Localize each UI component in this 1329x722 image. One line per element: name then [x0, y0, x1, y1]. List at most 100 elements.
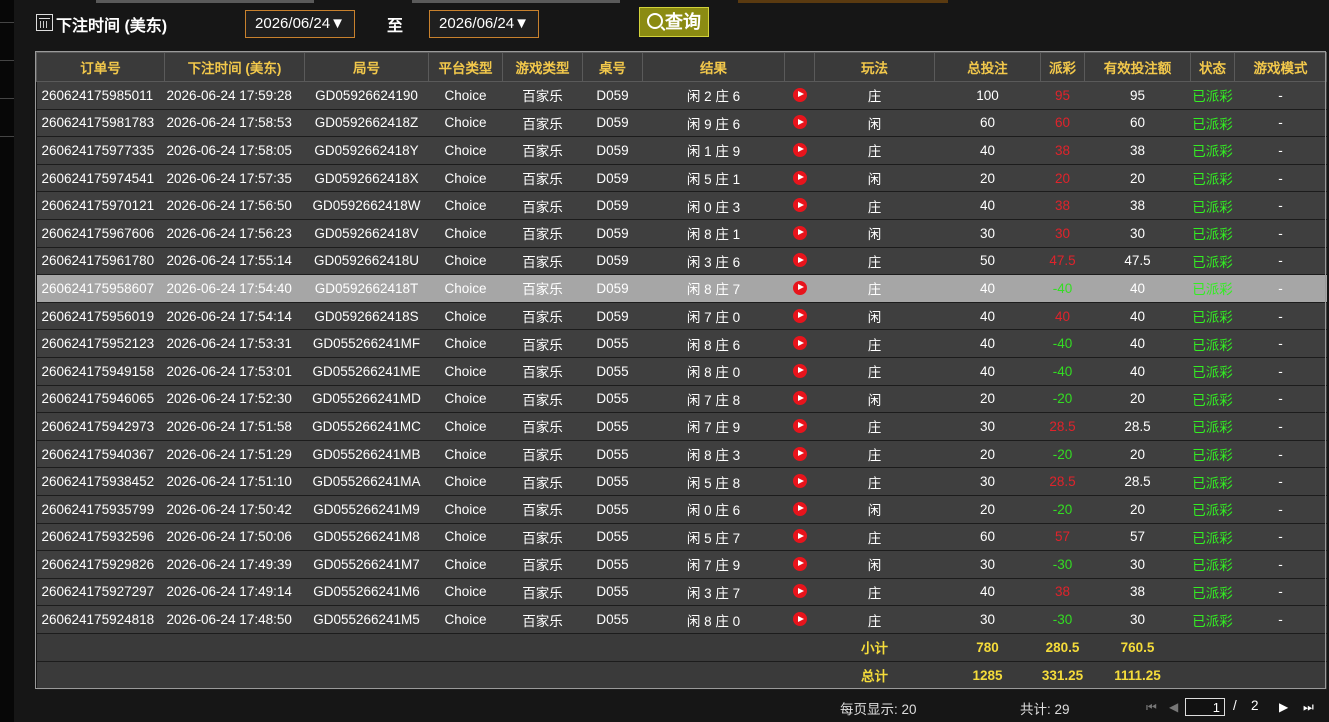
table-row[interactable]: 260624175981783 2026-06-24 17:58:53 GD0592… — [36, 109, 1327, 138]
table-row[interactable]: 260624175938452 2026-06-24 17:51:10 GD0552… — [36, 467, 1327, 496]
cell-platform-type: Choice — [428, 247, 503, 276]
play-icon[interactable] — [792, 336, 807, 351]
table-row[interactable]: 260624175970121 2026-06-24 17:56:50 GD0592… — [36, 191, 1327, 220]
cell-game-mode: - — [1234, 385, 1327, 414]
page-number-input[interactable] — [1185, 698, 1225, 716]
cell-table-number: D055 — [582, 440, 643, 469]
last-page-icon[interactable]: ⏭ — [1303, 700, 1314, 715]
table-row[interactable]: 260624175956019 2026-06-24 17:54:14 GD0592… — [36, 302, 1327, 331]
cell-total-bet: 20 — [934, 385, 1041, 414]
cell-round-id: GD055266241M8 — [304, 523, 429, 552]
cell-game-type: 百家乐 — [502, 302, 583, 331]
table-row[interactable]: 260624175942973 2026-06-24 17:51:58 GD0552… — [36, 412, 1327, 441]
date-to-select[interactable]: 2026/06/24▼ — [429, 10, 539, 38]
play-icon[interactable] — [792, 501, 807, 516]
cell-payout: 38 — [1040, 136, 1085, 165]
cell-game-type: 百家乐 — [502, 412, 583, 441]
cell-table-number: D055 — [582, 495, 643, 524]
cell-status: 已派彩 — [1190, 523, 1235, 552]
cell-game-type: 百家乐 — [502, 164, 583, 193]
table-row[interactable]: 260624175927297 2026-06-24 17:49:14 GD0552… — [36, 578, 1327, 607]
cell-game-mode: - — [1234, 274, 1327, 303]
play-icon[interactable] — [792, 612, 807, 627]
cell-table-number: D055 — [582, 605, 643, 634]
play-icon[interactable] — [792, 225, 807, 240]
cell-status: 已派彩 — [1190, 578, 1235, 607]
column-header: 玩法 — [814, 52, 935, 82]
table-row[interactable]: 260624175958607 2026-06-24 17:54:40 GD0592… — [36, 274, 1327, 303]
cell-play-type: 庄 — [814, 191, 935, 220]
cell-status: 已派彩 — [1190, 109, 1235, 138]
table-row[interactable]: 260624175974541 2026-06-24 17:57:35 GD0592… — [36, 164, 1327, 193]
search-icon — [647, 13, 663, 29]
cell-play-type: 庄 — [814, 329, 935, 358]
cell-table-number: D055 — [582, 357, 643, 386]
column-header: 平台类型 — [428, 52, 503, 82]
cell-total-bet: 30 — [934, 412, 1041, 441]
cell-round-id: GD055266241M7 — [304, 550, 429, 579]
table-row[interactable]: 260624175977335 2026-06-24 17:58:05 GD0592… — [36, 136, 1327, 165]
play-icon[interactable] — [792, 142, 807, 157]
play-icon[interactable] — [792, 418, 807, 433]
play-icon[interactable] — [792, 391, 807, 406]
date-from-select[interactable]: 2026/06/24▼ — [245, 10, 355, 38]
next-page-icon[interactable]: ▶ — [1279, 700, 1288, 714]
cell-replay — [784, 578, 815, 607]
cell-table-number: D055 — [582, 523, 643, 552]
cell-table-number: D059 — [582, 164, 643, 193]
table-row[interactable]: 260624175932596 2026-06-24 17:50:06 GD0552… — [36, 523, 1327, 552]
cell-result: 闲 0 庄 6 — [642, 495, 785, 524]
cell-valid-bet: 40 — [1084, 274, 1191, 303]
play-icon[interactable] — [792, 556, 807, 571]
table-row[interactable]: 260624175952123 2026-06-24 17:53:31 GD0552… — [36, 329, 1327, 358]
cell-play-type: 庄 — [814, 440, 935, 469]
first-page-icon[interactable]: ⏮ — [1146, 700, 1157, 715]
column-header — [784, 52, 815, 82]
play-icon[interactable] — [792, 363, 807, 378]
cell-play-type: 闲 — [814, 550, 935, 579]
play-icon[interactable] — [792, 280, 807, 295]
prev-page-icon[interactable]: ◀ — [1169, 700, 1178, 714]
cell-table-number: D059 — [582, 191, 643, 220]
cell-game-mode: - — [1234, 578, 1327, 607]
page-separator: / — [1233, 698, 1237, 713]
cell-result: 闲 8 庄 0 — [642, 605, 785, 634]
cell-status: 已派彩 — [1190, 495, 1235, 524]
table-row[interactable]: 260624175949158 2026-06-24 17:53:01 GD0552… — [36, 357, 1327, 386]
left-edge-segment — [0, 60, 14, 99]
cell-round-id: GD05926624190 — [304, 81, 429, 110]
table-row[interactable]: 260624175946065 2026-06-24 17:52:30 GD0552… — [36, 385, 1327, 414]
play-icon[interactable] — [792, 584, 807, 599]
cell-valid-bet: 20 — [1084, 385, 1191, 414]
cell-game-mode: - — [1234, 136, 1327, 165]
cell-result: 闲 7 庄 0 — [642, 302, 785, 331]
cell-round-id: GD0592662418S — [304, 302, 429, 331]
table-row[interactable]: 260624175929826 2026-06-24 17:49:39 GD0552… — [36, 550, 1327, 579]
play-icon[interactable] — [792, 115, 807, 130]
play-icon[interactable] — [792, 529, 807, 544]
play-icon[interactable] — [792, 474, 807, 489]
table-row[interactable]: 260624175940367 2026-06-24 17:51:29 GD0552… — [36, 440, 1327, 469]
cell-round-id: GD0592662418Y — [304, 136, 429, 165]
play-icon[interactable] — [792, 446, 807, 461]
column-header: 结果 — [642, 52, 785, 82]
table-row[interactable]: 260624175961780 2026-06-24 17:55:14 GD0592… — [36, 247, 1327, 276]
table-row[interactable]: 260624175935799 2026-06-24 17:50:42 GD0552… — [36, 495, 1327, 524]
play-icon[interactable] — [792, 253, 807, 268]
cell-game-type: 百家乐 — [502, 329, 583, 358]
cell-platform-type: Choice — [428, 274, 503, 303]
column-header: 状态 — [1190, 52, 1235, 82]
play-icon[interactable] — [792, 308, 807, 323]
table-row[interactable]: 260624175967606 2026-06-24 17:56:23 GD0592… — [36, 219, 1327, 248]
table-row[interactable]: 260624175924818 2026-06-24 17:48:50 GD0552… — [36, 605, 1327, 634]
table-row[interactable]: 260624175985011 2026-06-24 17:59:28 GD0592… — [36, 81, 1327, 110]
cell-valid-bet: 20 — [1084, 164, 1191, 193]
play-icon[interactable] — [792, 87, 807, 102]
cell-game-mode: - — [1234, 164, 1327, 193]
cell-replay — [784, 605, 815, 634]
cell-result: 闲 8 庄 3 — [642, 440, 785, 469]
play-icon[interactable] — [792, 170, 807, 185]
query-button[interactable]: 查询 — [639, 7, 709, 37]
cell-status: 已派彩 — [1190, 219, 1235, 248]
play-icon[interactable] — [792, 198, 807, 213]
